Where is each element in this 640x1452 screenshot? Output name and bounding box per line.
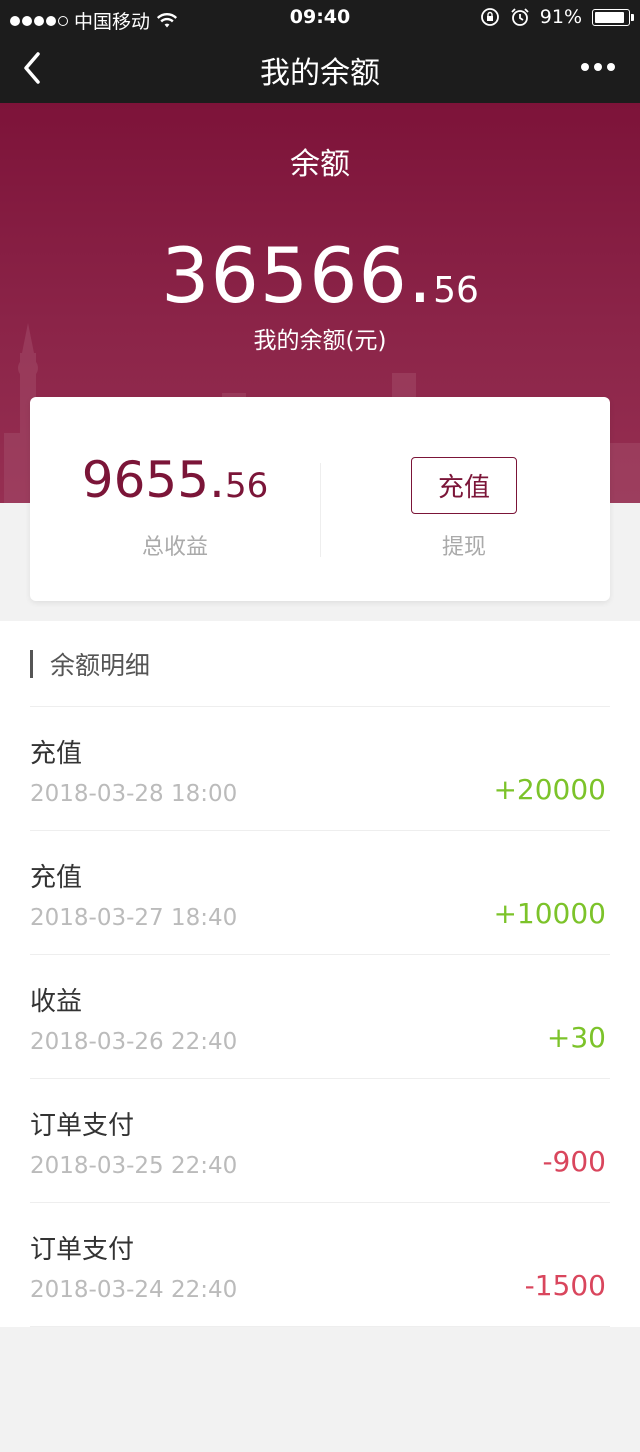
recharge-button[interactable]: 充值 [411, 457, 517, 514]
transaction-type: 订单支付 [30, 1235, 135, 1265]
section-title: 余额明细 [50, 651, 151, 680]
battery-icon [592, 8, 634, 26]
page-title: 我的余额 [260, 56, 380, 91]
income-card: 9655.56 总收益 充值 提现 [30, 397, 610, 601]
transaction-amount: +20000 [493, 773, 606, 806]
more-dot-icon [581, 63, 589, 71]
battery-percent: 91% [539, 6, 582, 28]
transaction-amount: +30 [546, 1021, 606, 1054]
transaction-row[interactable]: 充值 2018-03-27 18:40 +10000 [30, 831, 610, 955]
transaction-type: 订单支付 [30, 1111, 135, 1141]
rotation-lock-icon [480, 8, 499, 26]
transaction-date: 2018-03-27 18:40 [30, 905, 238, 931]
top-bar: 中国移动 09:40 91% 我的余额 [0, 0, 640, 103]
transaction-type: 收益 [30, 987, 83, 1017]
status-right: 91% [480, 6, 634, 28]
status-bar: 中国移动 09:40 91% [0, 0, 640, 36]
balance-details-section: 余额明细 充值 2018-03-28 18:00 +20000 充值 2018-… [0, 621, 640, 1327]
transaction-row[interactable]: 订单支付 2018-03-24 22:40 -1500 [30, 1203, 610, 1327]
card-divider [320, 463, 321, 557]
section-header: 余额明细 [30, 647, 150, 681]
section-header-bar [30, 650, 33, 678]
transaction-amount: -1500 [524, 1269, 606, 1302]
balance-label: 余额 [290, 147, 350, 182]
battery-fill [595, 11, 625, 23]
total-income-integer: 9655. [81, 451, 225, 509]
more-dot-icon [594, 63, 602, 71]
total-income-decimal: 56 [224, 466, 269, 506]
transaction-row[interactable]: 订单支付 2018-03-25 22:40 -900 [30, 1079, 610, 1203]
transaction-type: 充值 [30, 863, 83, 893]
transaction-date: 2018-03-24 22:40 [30, 1277, 238, 1303]
transaction-date: 2018-03-26 22:40 [30, 1029, 238, 1055]
transaction-row[interactable]: 充值 2018-03-28 18:00 +20000 [30, 707, 610, 831]
total-income-label: 总收益 [141, 535, 208, 560]
transaction-date: 2018-03-25 22:40 [30, 1153, 238, 1179]
total-income-amount: 9655.56 [30, 451, 320, 509]
transaction-type: 充值 [30, 739, 83, 769]
balance-amount-decimal: 56 [433, 270, 479, 311]
balance-amount: 36566.56 [0, 231, 640, 320]
balance-amount-integer: 36566. [161, 231, 434, 320]
more-dot-icon [607, 63, 615, 71]
transaction-row[interactable]: 收益 2018-03-26 22:40 +30 [30, 955, 610, 1079]
balance-caption: 我的余额(元) [253, 328, 387, 354]
transaction-amount: -900 [542, 1145, 606, 1178]
more-button[interactable] [578, 52, 618, 82]
transaction-amount: +10000 [493, 897, 606, 930]
alarm-icon [511, 8, 529, 26]
transaction-date: 2018-03-28 18:00 [30, 781, 238, 807]
navigation-bar: 我的余额 [0, 36, 640, 103]
withdraw-button[interactable]: 提现 [411, 529, 517, 561]
